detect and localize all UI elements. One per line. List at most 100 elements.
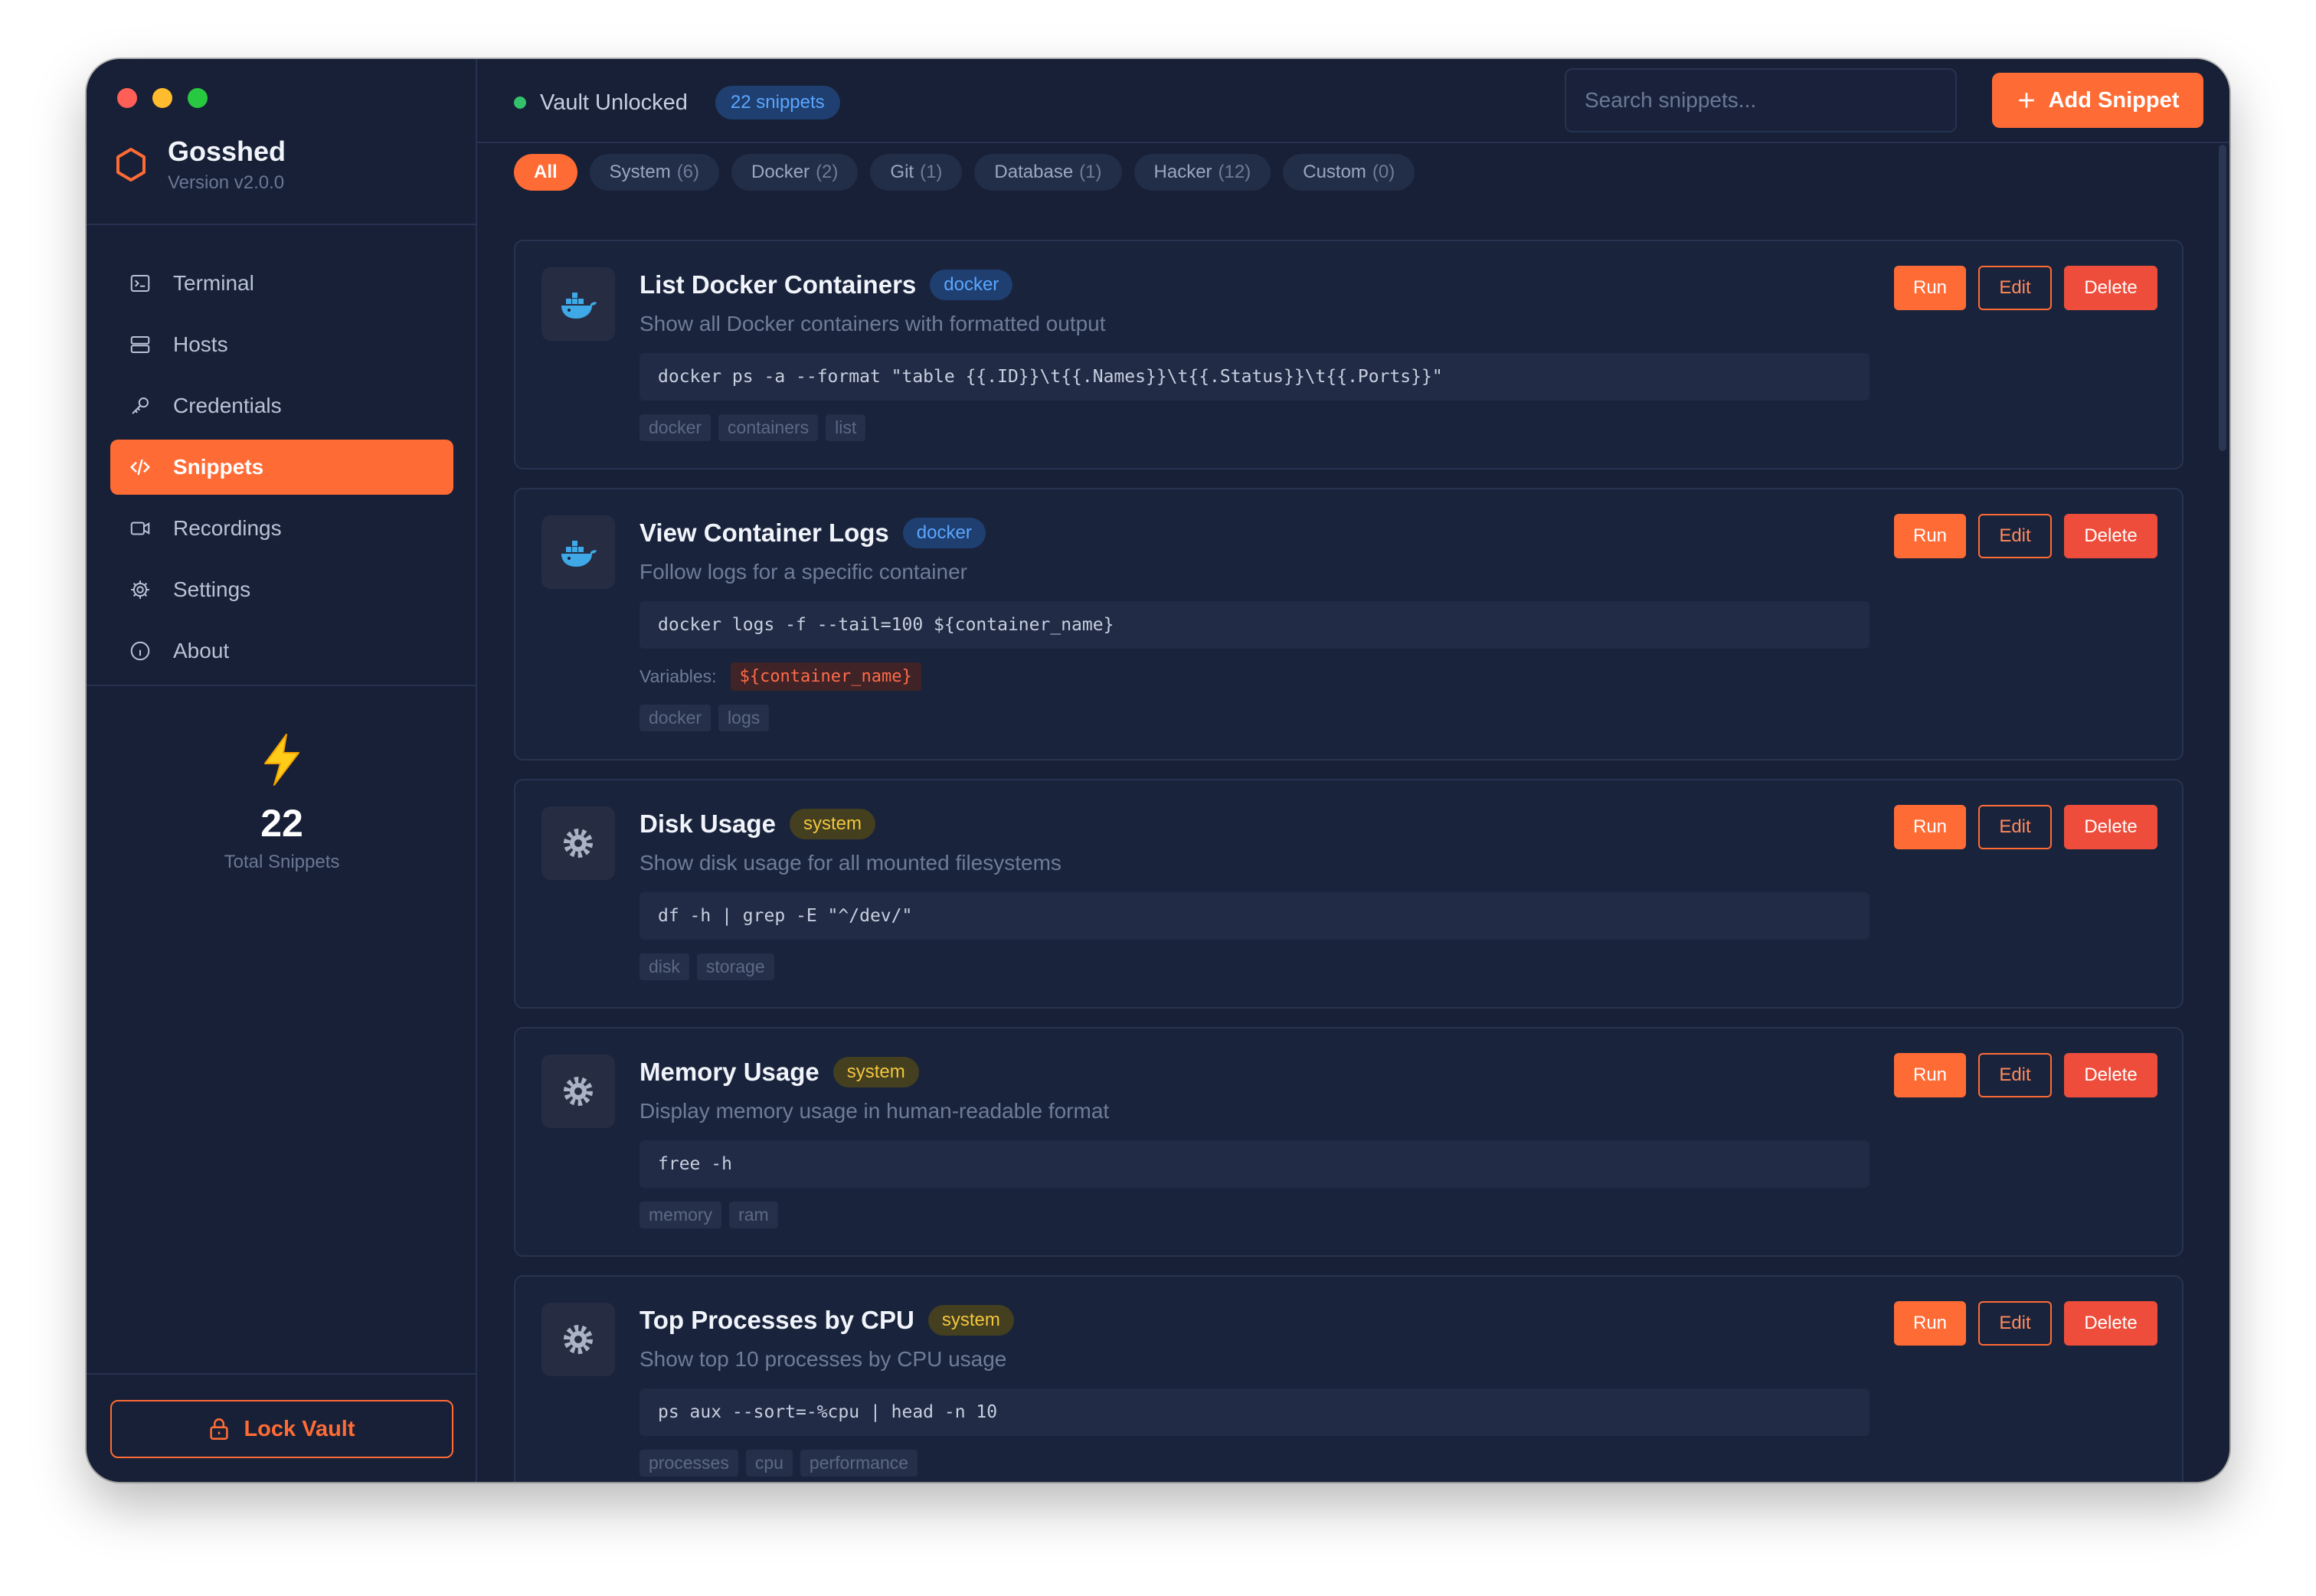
- maximize-window-button[interactable]: [188, 88, 208, 108]
- lightning-icon: [264, 734, 299, 786]
- snippet-command[interactable]: free -h: [640, 1140, 1869, 1188]
- category-badge: system: [789, 809, 875, 839]
- snippet-card: Disk Usage system Show disk usage for al…: [514, 779, 2184, 1009]
- add-snippet-button[interactable]: Add Snippet: [1992, 73, 2203, 128]
- run-button[interactable]: Run: [1894, 1053, 1966, 1097]
- snippet-description: Follow logs for a specific container: [640, 560, 967, 584]
- gear-icon: [541, 1303, 615, 1376]
- code-icon: [129, 459, 151, 476]
- snippet-command[interactable]: docker logs -f --tail=100 ${container_na…: [640, 601, 1869, 649]
- snippet-actions: Run Edit Delete: [1894, 514, 2157, 558]
- server-icon: [130, 336, 150, 353]
- vault-status: Vault Unlocked 22 snippets: [514, 86, 840, 119]
- delete-button[interactable]: Delete: [2064, 1301, 2157, 1346]
- tag[interactable]: disk: [640, 953, 689, 980]
- tag[interactable]: ram: [729, 1202, 778, 1228]
- snippet-title: Disk Usage: [640, 809, 776, 838]
- delete-button[interactable]: Delete: [2064, 805, 2157, 849]
- snippet-title: Top Processes by CPU: [640, 1306, 914, 1334]
- edit-button[interactable]: Edit: [1978, 514, 2052, 558]
- sidebar-item-snippets[interactable]: Snippets: [110, 440, 453, 495]
- lock-vault-button[interactable]: Lock Vault: [110, 1400, 453, 1458]
- tag[interactable]: storage: [696, 953, 774, 980]
- tag[interactable]: processes: [640, 1450, 738, 1477]
- snippet-command[interactable]: docker ps -a --format "table {{.ID}}\t{{…: [640, 353, 1869, 401]
- total-snippets-label: Total Snippets: [224, 852, 340, 872]
- app-version: Version v2.0.0: [168, 172, 285, 193]
- filter-count: (0): [1372, 162, 1395, 182]
- close-window-button[interactable]: [117, 88, 137, 108]
- divider: [87, 224, 477, 225]
- divider: [87, 685, 477, 686]
- filter-hacker[interactable]: Hacker (12): [1133, 154, 1271, 191]
- sidebar-item-about[interactable]: About: [110, 623, 453, 679]
- delete-button[interactable]: Delete: [2064, 266, 2157, 310]
- snippet-card: Top Processes by CPU system Show top 10 …: [514, 1275, 2184, 1482]
- filter-database[interactable]: Database (1): [974, 154, 1122, 191]
- run-button[interactable]: Run: [1894, 266, 1966, 310]
- snippet-description: Show all Docker containers with formatte…: [640, 312, 1106, 335]
- sidebar-item-terminal[interactable]: Terminal: [110, 256, 453, 311]
- tag[interactable]: docker: [640, 705, 711, 731]
- add-snippet-label: Add Snippet: [2048, 87, 2180, 113]
- total-snippets-count: 22: [260, 802, 303, 845]
- vault-status-text: Vault Unlocked: [540, 90, 688, 115]
- whale-icon: [541, 515, 615, 589]
- gear-icon: [541, 806, 615, 880]
- snippet-card: List Docker Containers docker Show all D…: [514, 240, 2184, 469]
- filter-all[interactable]: All: [514, 154, 577, 191]
- filter-docker[interactable]: Docker (2): [731, 154, 859, 191]
- filter-git[interactable]: Git (1): [870, 154, 963, 191]
- run-button[interactable]: Run: [1894, 805, 1966, 849]
- filter-system[interactable]: System (6): [589, 154, 720, 191]
- snippet-actions: Run Edit Delete: [1894, 805, 2157, 849]
- edit-button[interactable]: Edit: [1978, 1301, 2052, 1346]
- snippet-card: Memory Usage system Display memory usage…: [514, 1027, 2184, 1257]
- filter-label: All: [534, 162, 558, 182]
- filter-custom[interactable]: Custom (0): [1283, 154, 1415, 191]
- filter-count: (1): [1079, 162, 1102, 182]
- tag[interactable]: list: [826, 414, 866, 441]
- tag-list: docker containers list: [640, 414, 1869, 441]
- tag[interactable]: containers: [718, 414, 819, 441]
- snippet-actions: Run Edit Delete: [1894, 1053, 2157, 1097]
- edit-button[interactable]: Edit: [1978, 266, 2052, 310]
- variables-row: Variables: ${container_name}: [640, 662, 1869, 691]
- tag[interactable]: logs: [718, 705, 770, 731]
- category-filters: All System (6) Docker (2) Git (1) Database(…: [514, 154, 1415, 191]
- sidebar-item-settings[interactable]: Settings: [110, 562, 453, 617]
- snippet-description: Show disk usage for all mounted filesyst…: [640, 851, 1062, 875]
- delete-button[interactable]: Delete: [2064, 514, 2157, 558]
- plus-icon: [2018, 93, 2034, 108]
- tag[interactable]: memory: [640, 1202, 722, 1228]
- sidebar-item-hosts[interactable]: Hosts: [110, 317, 453, 372]
- snippet-count-badge: 22 snippets: [715, 86, 840, 119]
- tag[interactable]: cpu: [745, 1450, 793, 1477]
- hexagon-logo-icon: [116, 148, 146, 182]
- snippet-actions: Run Edit Delete: [1894, 266, 2157, 310]
- topbar: Vault Unlocked 22 snippets Search snippe…: [477, 59, 2229, 143]
- sidebar-item-label: Hosts: [173, 332, 228, 356]
- delete-button[interactable]: Delete: [2064, 1053, 2157, 1097]
- filter-count: (6): [676, 162, 700, 182]
- tag[interactable]: performance: [800, 1450, 918, 1477]
- tag-list: memory ram: [640, 1202, 1869, 1228]
- minimize-window-button[interactable]: [152, 88, 172, 108]
- edit-button[interactable]: Edit: [1978, 805, 2052, 849]
- status-dot: [514, 96, 526, 109]
- search-input[interactable]: Search snippets...: [1565, 68, 1957, 132]
- filter-label: Database: [994, 162, 1074, 182]
- run-button[interactable]: Run: [1894, 1301, 1966, 1346]
- snippet-list: List Docker Containers docker Show all D…: [514, 240, 2184, 1482]
- snippet-command[interactable]: df -h | grep -E "^/dev/": [640, 892, 1869, 940]
- sidebar-item-recordings[interactable]: Recordings: [110, 501, 453, 556]
- edit-button[interactable]: Edit: [1978, 1053, 2052, 1097]
- scrollbar[interactable]: [2219, 145, 2226, 451]
- sidebar-item-credentials[interactable]: Credentials: [110, 378, 453, 433]
- key-icon: [132, 397, 149, 414]
- run-button[interactable]: Run: [1894, 514, 1966, 558]
- snippet-command[interactable]: ps aux --sort=-%cpu | head -n 10: [640, 1388, 1869, 1436]
- tag[interactable]: docker: [640, 414, 711, 441]
- filter-count: (2): [816, 162, 839, 182]
- sidebar: Gosshed Version v2.0.0 Terminal Hosts Cr…: [87, 59, 477, 1482]
